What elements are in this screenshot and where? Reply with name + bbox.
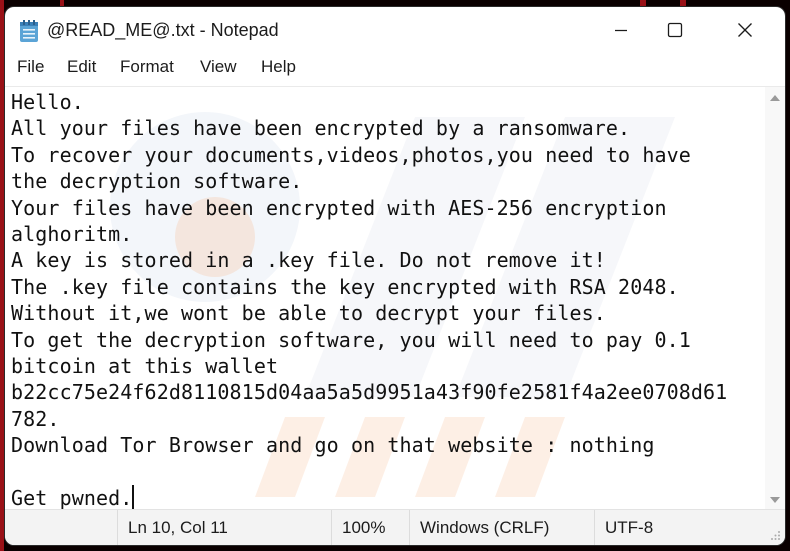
wallpaper-streak: [0, 0, 4, 551]
scroll-up-arrow-icon[interactable]: [770, 95, 780, 101]
wallpaper-streak: [680, 0, 686, 7]
text-line: Without it,we wont be able to decrypt yo…: [11, 301, 606, 326]
menu-format[interactable]: Format: [118, 57, 176, 77]
status-zoom: 100%: [331, 510, 410, 545]
resize-grip-icon[interactable]: [771, 531, 781, 541]
minimize-button[interactable]: [595, 7, 647, 53]
text-line: Hello.: [11, 90, 84, 114]
wallpaper-streak: [640, 0, 646, 7]
wallpaper-streak: [60, 0, 64, 7]
text-line: Download Tor Browser and go on that webs…: [11, 433, 655, 458]
title-bar[interactable]: @READ_ME@.txt - Notepad: [5, 7, 785, 53]
text-line: the decryption software.: [11, 169, 303, 194]
scroll-down-arrow-icon[interactable]: [770, 497, 780, 503]
close-icon: [738, 23, 752, 37]
text-line: bitcoin at this wallet: [11, 354, 279, 379]
text-line: b22cc75e24f62d8110815d04aa5a5d9951a43f90…: [11, 380, 728, 405]
text-line: 782.: [11, 406, 60, 431]
text-caret: [132, 485, 134, 510]
text-line: [11, 459, 756, 485]
notepad-window: @READ_ME@.txt - Notepad File Edit Format…: [5, 7, 785, 545]
menu-bar: File Edit Format View Help: [5, 54, 785, 86]
maximize-button[interactable]: [649, 7, 701, 53]
text-line: To recover your documents,videos,photos,…: [11, 142, 691, 167]
text-line: alghoritm.: [11, 222, 133, 247]
minimize-icon: [615, 29, 627, 32]
notepad-app-icon: [20, 20, 38, 42]
menu-help[interactable]: Help: [259, 57, 298, 77]
text-line: Get pwned.: [11, 485, 134, 511]
status-bar: Ln 10, Col 11 100% Windows (CRLF) UTF-8: [5, 509, 785, 545]
vertical-scrollbar[interactable]: [765, 87, 785, 511]
maximize-icon: [667, 22, 683, 38]
text-line: To get the decryption software, you will…: [11, 327, 691, 352]
text-line: Your files have been encrypted with AES-…: [11, 195, 667, 220]
window-title: @READ_ME@.txt - Notepad: [47, 20, 279, 40]
status-line-ending: Windows (CRLF): [409, 510, 590, 545]
menu-view[interactable]: View: [198, 57, 239, 77]
document-text[interactable]: Hello. All your files have been encrypted…: [11, 89, 756, 511]
status-encoding: UTF-8: [594, 510, 775, 545]
text-line: All your files have been encrypted by a …: [11, 116, 631, 141]
text-line: A key is stored in a .key file. Do not r…: [11, 248, 606, 273]
menu-edit[interactable]: Edit: [65, 57, 98, 77]
text-editor[interactable]: Hello. All your files have been encrypted…: [5, 86, 785, 511]
text-line: The .key file contains the key encrypted…: [11, 274, 679, 299]
close-button[interactable]: [719, 7, 771, 53]
menu-file[interactable]: File: [15, 57, 46, 77]
status-cursor-position: Ln 10, Col 11: [117, 510, 328, 545]
